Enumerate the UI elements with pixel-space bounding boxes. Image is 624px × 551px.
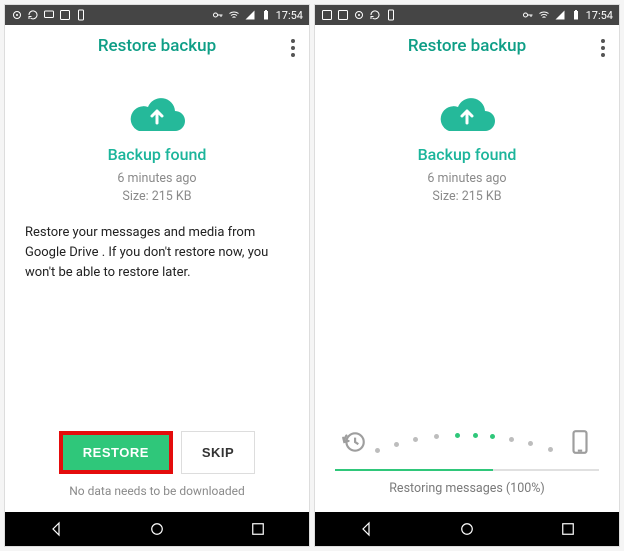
refresh-icon — [369, 9, 381, 21]
backup-meta: 6 minutes ago Size: 215 KB — [427, 170, 506, 205]
app-bar: Restore backup — [5, 25, 309, 67]
page-title: Restore backup — [98, 36, 216, 56]
cloud-upload-icon — [435, 91, 499, 135]
nav-home-icon[interactable] — [458, 520, 476, 538]
chat-icon — [43, 9, 55, 21]
status-bar: 17:54 — [315, 5, 619, 25]
restore-animation — [335, 429, 599, 455]
battery-icon — [260, 9, 272, 21]
device-icon — [385, 9, 397, 21]
button-row: RESTORE SKIP — [59, 431, 255, 474]
signal-icon — [244, 9, 256, 21]
skip-button[interactable]: SKIP — [181, 431, 255, 474]
statusbar-time: 17:54 — [276, 9, 303, 22]
android-nav-bar — [315, 512, 619, 546]
restore-button[interactable]: RESTORE — [59, 431, 173, 474]
app-bar: Restore backup — [315, 25, 619, 67]
nav-recent-icon[interactable] — [249, 520, 267, 538]
status-icons-right: 17:54 — [522, 9, 613, 22]
location-icon — [353, 9, 365, 21]
status-icons-left — [321, 9, 397, 21]
nav-back-icon[interactable] — [47, 520, 65, 538]
phone-right: 17:54 Restore backup Backup found 6 minu… — [314, 4, 620, 547]
status-icons-left — [11, 9, 87, 21]
wifi-icon — [228, 9, 240, 21]
backup-time: 6 minutes ago — [427, 170, 506, 188]
phone-left: 17:54 Restore backup Backup found 6 minu… — [4, 4, 310, 547]
phone-device-icon — [567, 429, 593, 455]
nav-recent-icon[interactable] — [559, 520, 577, 538]
restore-progress-bar — [335, 469, 599, 471]
cloud-upload-icon — [125, 91, 189, 135]
status-bar: 17:54 — [5, 5, 309, 25]
battery-icon — [570, 9, 582, 21]
wifi-icon — [538, 9, 550, 21]
content-area: Backup found 6 minutes ago Size: 215 KB — [315, 67, 619, 512]
image-icon — [321, 9, 333, 21]
backup-size: Size: 215 KB — [427, 188, 506, 206]
backup-found-label: Backup found — [108, 145, 207, 164]
nav-back-icon[interactable] — [357, 520, 375, 538]
key-icon — [212, 9, 224, 21]
statusbar-time: 17:54 — [586, 9, 613, 22]
backup-size: Size: 215 KB — [117, 188, 196, 206]
backup-time: 6 minutes ago — [117, 170, 196, 188]
refresh-icon — [27, 9, 39, 21]
restore-status-text: Restoring messages (100%) — [389, 481, 545, 496]
signal-icon — [554, 9, 566, 21]
content-area: Backup found 6 minutes ago Size: 215 KB … — [5, 67, 309, 512]
backup-found-label: Backup found — [418, 145, 517, 164]
android-nav-bar — [5, 512, 309, 546]
key-icon — [522, 9, 534, 21]
restore-description: Restore your messages and media from Goo… — [25, 223, 289, 283]
download-footnote: No data needs to be downloaded — [69, 484, 245, 498]
image-icon — [59, 9, 71, 21]
location-icon — [11, 9, 23, 21]
device-icon — [75, 9, 87, 21]
page-title: Restore backup — [408, 36, 526, 56]
status-icons-right: 17:54 — [212, 9, 303, 22]
transfer-dots — [371, 429, 563, 455]
nav-home-icon[interactable] — [148, 520, 166, 538]
overflow-menu-icon[interactable] — [597, 35, 609, 61]
overflow-menu-icon[interactable] — [287, 35, 299, 61]
history-clock-icon — [341, 429, 367, 455]
backup-meta: 6 minutes ago Size: 215 KB — [117, 170, 196, 205]
image-icon — [337, 9, 349, 21]
